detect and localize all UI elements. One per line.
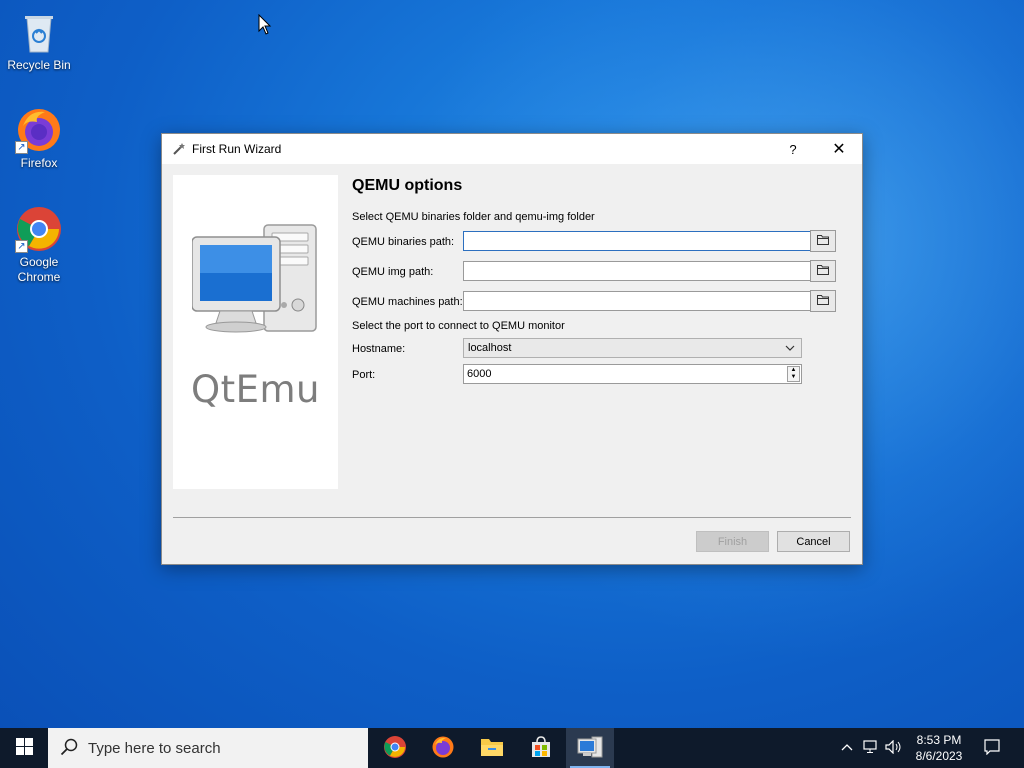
chevron-up-icon: [841, 742, 853, 754]
monitor-section-label: Select the port to connect to QEMU monit…: [352, 320, 565, 332]
firefox-icon: ↗: [15, 106, 63, 154]
chrome-icon: ↗: [15, 205, 63, 253]
taskbar-qtemu-button[interactable]: [566, 728, 614, 768]
show-hidden-icons-button[interactable]: [838, 728, 856, 768]
hostname-combo[interactable]: localhost: [463, 338, 802, 358]
port-spin-buttons[interactable]: ▲ ▼: [787, 366, 800, 382]
chrome-icon: [383, 735, 407, 762]
help-button[interactable]: ?: [776, 134, 810, 164]
folder-icon: [817, 294, 829, 308]
wizard-content: QEMU options: [352, 174, 852, 199]
speaker-icon: [885, 739, 903, 757]
taskbar-firefox-button[interactable]: [419, 728, 467, 768]
search-icon: [60, 738, 78, 759]
button-separator: [173, 517, 851, 518]
machines-path-input[interactable]: [463, 291, 811, 311]
spin-down-icon[interactable]: ▼: [788, 374, 799, 381]
qtemu-logo-text: QtEmu: [190, 368, 320, 411]
img-path-label: QEMU img path:: [352, 266, 434, 278]
port-value: 6000: [467, 368, 492, 380]
wizard-wand-icon: [172, 142, 186, 156]
recycle-bin-icon: [15, 8, 63, 56]
notification-icon: [984, 738, 1000, 758]
binaries-browse-button[interactable]: [810, 230, 836, 252]
binaries-path-input[interactable]: [463, 231, 811, 251]
dialog-titlebar[interactable]: First Run Wizard ? ✕: [162, 134, 862, 164]
machines-browse-button[interactable]: [810, 290, 836, 312]
spin-up-icon[interactable]: ▲: [788, 367, 799, 374]
store-icon: [530, 735, 552, 761]
img-browse-button[interactable]: [810, 260, 836, 282]
desktop-icon-label: Google Chrome: [17, 255, 61, 284]
network-tray-button[interactable]: [861, 728, 881, 768]
folder-icon: [817, 234, 829, 248]
desktop-icon-chrome[interactable]: ↗ Google Chrome: [1, 205, 77, 285]
first-run-wizard-dialog: First Run Wizard ? ✕ QtEmu QEMU options …: [161, 133, 863, 565]
computer-illustration-icon: [191, 223, 318, 338]
hostname-value: localhost: [468, 342, 512, 354]
taskbar-store-button[interactable]: [517, 728, 565, 768]
folder-icon: [817, 264, 829, 278]
dialog-title: First Run Wizard: [192, 142, 282, 156]
hostname-label: Hostname:: [352, 343, 406, 355]
desktop-icon-label: Recycle Bin: [7, 58, 71, 72]
finish-button[interactable]: Finish: [696, 531, 769, 552]
mouse-cursor-icon: [258, 13, 272, 39]
machines-path-label: QEMU machines path:: [352, 296, 463, 308]
close-button[interactable]: ✕: [816, 134, 862, 164]
windows-logo-icon: [15, 738, 33, 758]
start-button[interactable]: [0, 728, 48, 768]
action-center-button[interactable]: [978, 728, 1006, 768]
taskbar-clock[interactable]: 8:53 PM 8/6/2023: [906, 732, 972, 764]
taskbar-search-box[interactable]: Type here to search: [48, 728, 368, 768]
clock-date: 8/6/2023: [915, 749, 963, 763]
taskbar: Type here to search 8:53 PM 8/6/2023: [0, 728, 1024, 768]
desktop-icon-label: Firefox: [20, 156, 58, 170]
binaries-path-label: QEMU binaries path:: [352, 236, 455, 248]
shortcut-arrow-icon: ↗: [15, 141, 28, 154]
desktop-icon-firefox[interactable]: ↗ Firefox: [1, 106, 77, 171]
firefox-icon: [431, 735, 455, 762]
taskbar-file-explorer-button[interactable]: [468, 728, 516, 768]
taskbar-chrome-button[interactable]: [371, 728, 419, 768]
port-spinbox[interactable]: 6000 ▲ ▼: [463, 364, 802, 384]
chevron-down-icon: [785, 343, 795, 355]
desktop-icon-recycle-bin[interactable]: Recycle Bin: [1, 8, 77, 73]
cancel-button[interactable]: Cancel: [777, 531, 850, 552]
wizard-side-panel: QtEmu: [173, 175, 338, 489]
page-title: QEMU options: [352, 177, 463, 194]
clock-time: 8:53 PM: [916, 733, 962, 747]
img-path-input[interactable]: [463, 261, 811, 281]
qtemu-icon: [577, 736, 603, 761]
network-icon: [863, 739, 879, 757]
search-placeholder: Type here to search: [88, 739, 221, 757]
volume-tray-button[interactable]: [884, 728, 904, 768]
shortcut-arrow-icon: ↗: [15, 240, 28, 253]
file-explorer-icon: [480, 736, 504, 761]
port-label: Port:: [352, 369, 376, 381]
binaries-section-label: Select QEMU binaries folder and qemu-img…: [352, 211, 595, 223]
